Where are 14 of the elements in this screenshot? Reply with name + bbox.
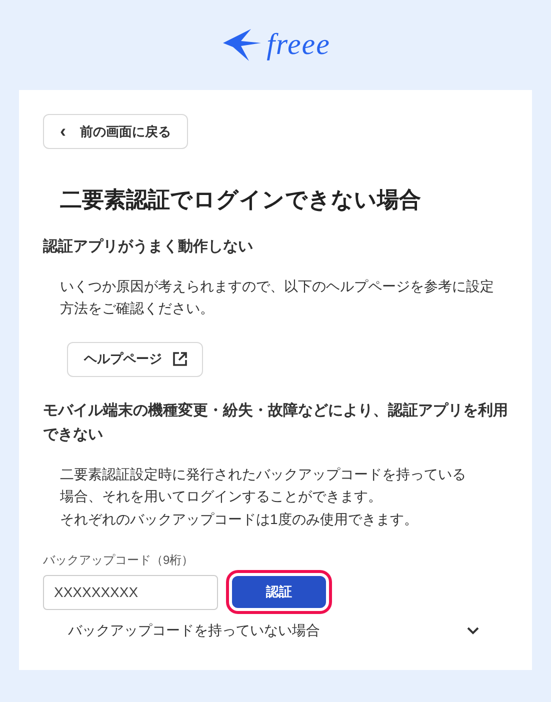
verify-button[interactable]: 認証 [232, 576, 326, 608]
external-link-icon [172, 351, 188, 368]
section-heading: 認証アプリがうまく動作しない [43, 237, 254, 257]
expander-toggle[interactable]: バックアップコードを持っていない場合 [68, 622, 480, 640]
page-title: 二要素認証でログインできない場合 [60, 186, 422, 214]
description-text: 二要素認証設定時に発行されたバックアップコードを持っている場合、それを用いてログインすることができます。 [60, 464, 467, 506]
section-heading: モバイル端末の機種変更・紛失・故障などにより、認証アプリを利用できない [43, 400, 508, 445]
help-page-button[interactable]: ヘルプページ [67, 342, 203, 377]
description-text: それぞれのバックアップコードは1度のみ使用できます。 [60, 510, 419, 529]
field-label: バックアップコード（9桁） [43, 552, 195, 569]
backup-code-field[interactable]: XXXXXXXXX [43, 574, 218, 610]
logo-wordmark: freee [266, 28, 330, 62]
back-button[interactable]: ‹ 前の画面に戻る [43, 114, 188, 149]
description-text: いくつか原因が考えられますので、以下のヘルプページを参考に設定方法をご確認ください。 [60, 277, 495, 318]
